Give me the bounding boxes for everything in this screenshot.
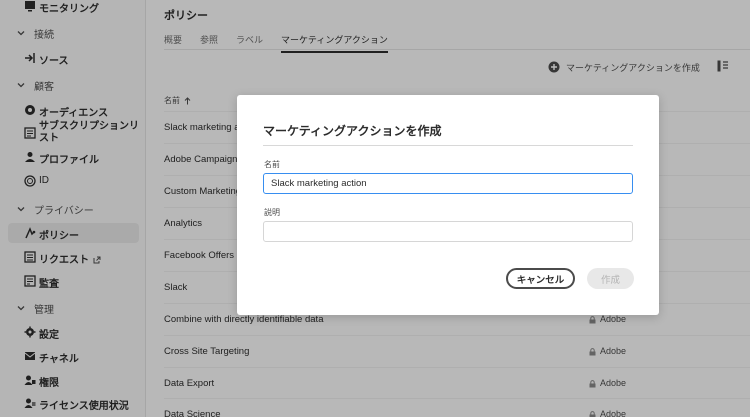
- divider: [263, 145, 633, 146]
- description-field[interactable]: [263, 221, 633, 242]
- create-button[interactable]: 作成: [587, 268, 634, 289]
- create-marketing-action-dialog: マーケティングアクションを作成 名前 説明 キャンセル 作成: [237, 95, 659, 315]
- description-label: 説明: [264, 208, 280, 217]
- name-label: 名前: [264, 160, 280, 169]
- dialog-title: マーケティングアクションを作成: [263, 124, 442, 138]
- name-field[interactable]: [263, 173, 633, 194]
- cancel-button[interactable]: キャンセル: [506, 268, 575, 289]
